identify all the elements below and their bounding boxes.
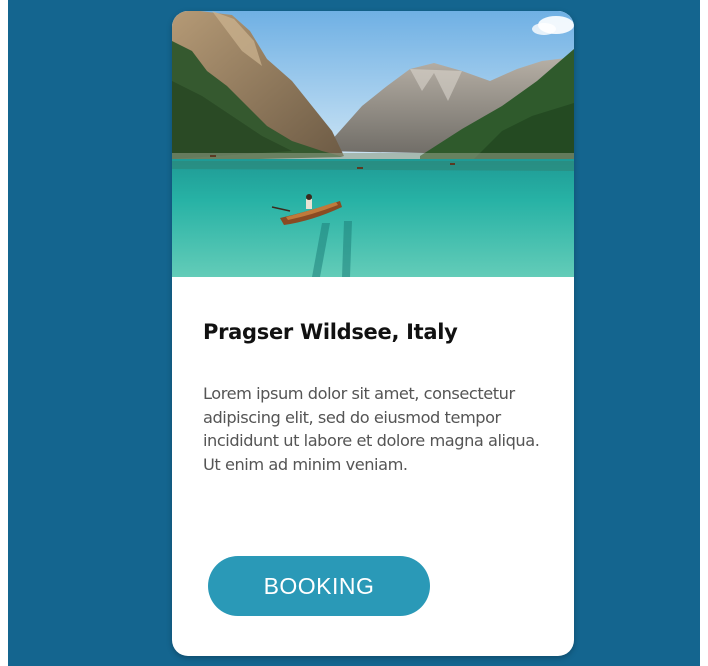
page: Pragser Wildsee, Italy Lorem ipsum dolor… (0, 0, 708, 666)
card-description: Lorem ipsum dolor sit amet, consectetur … (203, 384, 540, 474)
destination-card: Pragser Wildsee, Italy Lorem ipsum dolor… (172, 11, 574, 656)
booking-button[interactable]: BOOKING (208, 556, 430, 616)
card-title: Pragser Wildsee, Italy (203, 320, 458, 344)
lake-mountain-photo (172, 11, 574, 277)
